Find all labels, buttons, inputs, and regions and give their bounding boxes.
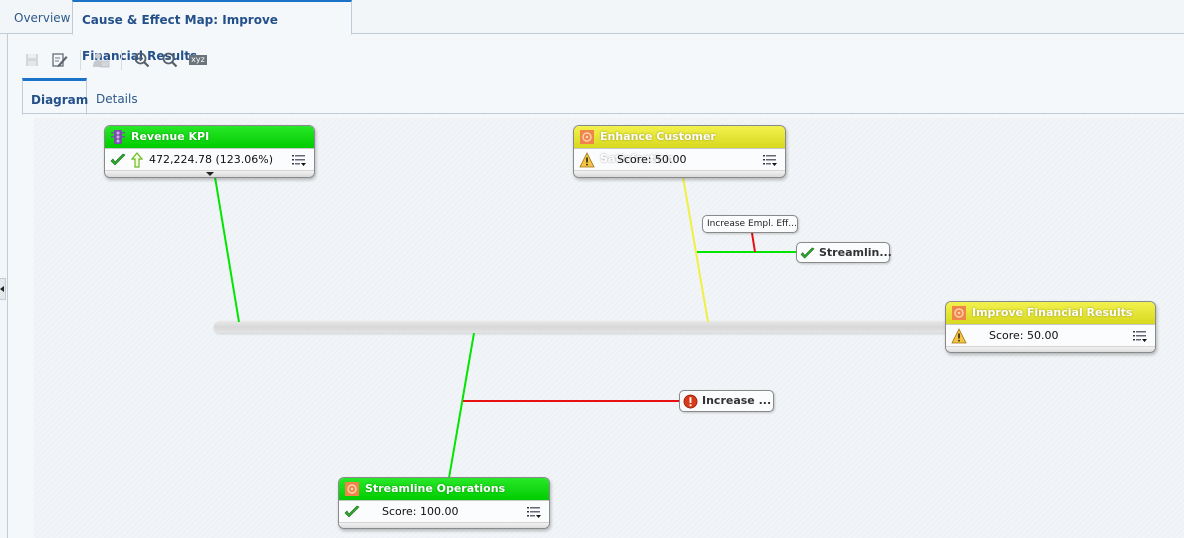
xyz-label: xyz <box>189 55 207 65</box>
traffic-light-icon <box>111 130 125 144</box>
node-menu-icon[interactable] <box>763 154 777 167</box>
node-streamlin-small[interactable]: Streamlin... <box>796 242 892 263</box>
top-tab-bar: Overview Cause & Effect Map: Improve Fin… <box>0 0 1184 63</box>
node-body: Score: 50.00 <box>574 148 785 170</box>
warning-icon <box>951 328 967 344</box>
tab-diagram[interactable]: Diagram <box>22 78 88 115</box>
node-header: Improve Financial Results <box>946 302 1155 324</box>
node-title: Streamline Operations <box>365 482 506 495</box>
node-enhance-customer-satisfaction[interactable]: Enhance Customer Satisfaction Score: 50.… <box>573 125 786 178</box>
diagram-spine <box>214 321 959 333</box>
node-streamline-operations[interactable]: Streamline Operations Score: 100.00 <box>338 477 550 529</box>
user-mail-icon[interactable] <box>91 48 111 72</box>
tab-overview[interactable]: Overview <box>6 0 79 34</box>
xyz-icon[interactable]: xyz <box>188 48 208 72</box>
node-header: Streamline Operations <box>339 478 549 500</box>
node-menu-icon[interactable] <box>1133 330 1147 343</box>
node-body: Score: 50.00 <box>946 324 1155 346</box>
objective-icon <box>345 482 359 496</box>
small-node-label: Increase ... <box>702 394 772 407</box>
node-title: Improve Financial Results <box>972 306 1133 319</box>
checkmark-icon <box>800 247 815 259</box>
node-body: 472,224.78 (123.06%) <box>105 148 314 170</box>
kpi-value: 472,224.78 (123.06%) <box>149 153 274 166</box>
node-menu-icon[interactable] <box>292 154 306 167</box>
edit-icon[interactable] <box>50 48 70 72</box>
objective-icon <box>952 306 966 320</box>
node-revenue-kpi[interactable]: Revenue KPI 472,224.78 (123.06%) <box>104 125 315 178</box>
zoom-out-icon[interactable] <box>160 48 180 72</box>
node-footer <box>946 346 1155 352</box>
warning-icon <box>579 152 595 168</box>
checkmark-icon <box>110 153 126 166</box>
node-expand-bar[interactable] <box>105 170 314 177</box>
node-increase-empl-eff[interactable]: Increase Empl. Eff... <box>702 215 798 233</box>
checkmark-icon <box>344 505 360 518</box>
tab-details[interactable]: Details <box>88 78 146 114</box>
save-icon[interactable] <box>22 48 42 72</box>
node-improve-financial-results[interactable]: Improve Financial Results Score: 50.00 <box>945 301 1156 353</box>
node-increase-small[interactable]: Increase ... <box>679 390 774 412</box>
trend-up-arrow-icon <box>131 152 143 168</box>
node-header: Revenue KPI <box>105 126 314 148</box>
node-body: Score: 100.00 <box>339 500 549 522</box>
node-footer <box>339 522 549 528</box>
toolbar-separator <box>80 50 81 70</box>
node-header: Enhance Customer Satisfaction <box>574 126 785 165</box>
node-footer <box>574 170 785 177</box>
node-menu-icon[interactable] <box>527 506 541 519</box>
error-icon <box>683 394 698 409</box>
small-node-label: Increase Empl. Eff... <box>707 219 797 229</box>
tab-cause-effect-map[interactable]: Cause & Effect Map: Improve Financial Re… <box>72 0 352 63</box>
panel-collapse-handle[interactable] <box>0 278 6 300</box>
toolbar-separator <box>121 50 122 70</box>
node-score: Score: 50.00 <box>617 153 687 166</box>
sub-tab-bar: Diagram Details <box>22 78 1184 115</box>
objective-icon <box>580 130 594 144</box>
zoom-in-icon[interactable] <box>132 48 152 72</box>
node-score: Score: 50.00 <box>989 329 1059 342</box>
small-node-label: Streamlin... <box>819 246 892 259</box>
expand-arrow-icon[interactable] <box>206 172 214 176</box>
node-title: Revenue KPI <box>131 130 210 143</box>
node-score: Score: 100.00 <box>382 505 459 518</box>
